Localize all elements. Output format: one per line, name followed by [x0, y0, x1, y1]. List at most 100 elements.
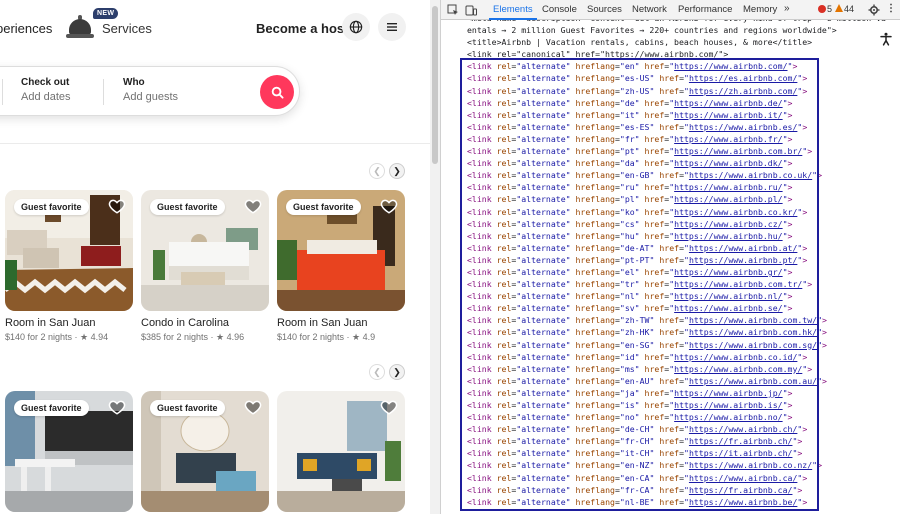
hreflang-url-link[interactable]: https://www.airbnb.ru/ [674, 182, 782, 192]
listing-card[interactable]: Guest favorite Room in San Juan $140 for… [5, 190, 133, 343]
who-field[interactable]: Add guests [123, 91, 178, 103]
hreflang-url-link[interactable]: https://www.airbnb.co.kr/ [674, 207, 797, 217]
listing-photo[interactable]: Guest favorite [141, 391, 269, 512]
page-scrollbar[interactable] [430, 0, 440, 514]
carousel-next-button-2[interactable]: ❯ [389, 364, 405, 380]
carousel-prev-button[interactable]: ❮ [369, 163, 385, 179]
device-toolbar-icon[interactable] [465, 4, 477, 16]
hreflang-url-link[interactable]: https://www.airbnb.it/ [674, 110, 782, 120]
alternate-link-line[interactable]: <link rel="alternate" hreflang="ko" href… [467, 206, 887, 218]
hreflang-url-link[interactable]: https://www.airbnb.es/ [689, 122, 797, 132]
alternate-link-line[interactable]: <link rel="alternate" hreflang="da" href… [467, 157, 887, 169]
alternate-link-line[interactable]: <link rel="alternate" hreflang="en-GB" h… [467, 169, 887, 181]
hreflang-url-link[interactable]: https://it.airbnb.ch/ [689, 448, 793, 458]
alternate-link-line[interactable]: <link rel="alternate" hreflang="de-CH" h… [467, 423, 887, 435]
listing-photo[interactable]: Guest favorite [277, 190, 405, 311]
alternate-link-line[interactable]: <link rel="alternate" hreflang="es-ES" h… [467, 121, 887, 133]
hreflang-url-link[interactable]: https://www.airbnb.com.tr/ [674, 279, 802, 289]
listing-card[interactable]: Guest favorite [5, 391, 133, 512]
hreflang-url-link[interactable]: https://www.airbnb.co.id/ [674, 352, 797, 362]
alternate-link-line[interactable]: <link rel="alternate" hreflang="nl-BE" h… [467, 496, 887, 508]
alternate-link-line[interactable]: <link rel="alternate" hreflang="ms" href… [467, 363, 887, 375]
listing-card[interactable]: Guest favorite Room in San Juan $140 for… [277, 190, 405, 343]
hreflang-url-link[interactable]: https://www.airbnb.jp/ [674, 388, 782, 398]
alternate-link-line[interactable]: <link rel="alternate" hreflang="pt-PT" h… [467, 254, 887, 266]
listing-card[interactable] [277, 391, 405, 512]
hreflang-url-link[interactable]: https://www.airbnb.com/ [674, 61, 787, 71]
tab-memory[interactable]: Memory [743, 4, 777, 15]
alternate-link-line[interactable]: <link rel="alternate" hreflang="fr" href… [467, 133, 887, 145]
alternate-link-line[interactable]: <link rel="alternate" hreflang="pt" href… [467, 145, 887, 157]
hreflang-url-link[interactable]: https://www.airbnb.com.sg/ [689, 340, 817, 350]
alternate-link-line[interactable]: <link rel="alternate" hreflang="es-US" h… [467, 72, 887, 84]
alternate-link-line[interactable]: <link rel="alternate" hreflang="pl" href… [467, 193, 887, 205]
hreflang-url-link[interactable]: https://www.airbnb.be/ [689, 497, 797, 507]
dom-node-line[interactable]: <title>Airbnb | Vacation rentals, cabins… [467, 36, 887, 48]
alternate-link-line[interactable]: <link rel="alternate" hreflang="is" href… [467, 399, 887, 411]
alternate-link-line[interactable]: <link rel="alternate" hreflang="sv" href… [467, 302, 887, 314]
hreflang-url-link[interactable]: https://fr.airbnb.ch/ [689, 436, 793, 446]
hreflang-url-link[interactable]: https://www.airbnb.dk/ [674, 158, 782, 168]
hreflang-url-link[interactable]: https://www.airbnb.cz/ [674, 219, 782, 229]
hreflang-url-link[interactable]: https://www.airbnb.at/ [689, 243, 797, 253]
listing-photo[interactable]: Guest favorite [141, 190, 269, 311]
hreflang-url-link[interactable]: https://www.airbnb.pt/ [689, 255, 797, 265]
dom-node-line[interactable]: <link rel="canonical" href="https://www.… [467, 48, 887, 60]
page-scrollbar-thumb[interactable] [432, 6, 438, 164]
hreflang-url-link[interactable]: https://www.airbnb.hu/ [674, 231, 782, 241]
hreflang-url-link[interactable]: https://www.airbnb.co.nz/ [689, 460, 812, 470]
hreflang-url-link[interactable]: https://www.airbnb.com.hk/ [689, 327, 817, 337]
alternate-link-line[interactable]: <link rel="alternate" hreflang="de" href… [467, 97, 887, 109]
dom-node-line[interactable]: entals → 2 million Guest Favorites → 220… [467, 24, 887, 36]
alternate-link-line[interactable]: <link rel="alternate" hreflang="el" href… [467, 266, 887, 278]
alternate-link-line[interactable]: <link rel="alternate" hreflang="cs" href… [467, 218, 887, 230]
heart-icon[interactable] [380, 197, 398, 215]
search-button[interactable] [260, 75, 294, 109]
language-button[interactable] [342, 13, 370, 41]
tab-performance[interactable]: Performance [678, 4, 732, 15]
hreflang-url-link[interactable]: https://www.airbnb.gr/ [674, 267, 782, 277]
alternate-link-line[interactable]: <link rel="alternate" hreflang="hu" href… [467, 230, 887, 242]
hreflang-url-link[interactable]: https://www.airbnb.nl/ [674, 291, 782, 301]
alternate-link-line[interactable]: <link rel="alternate" hreflang="zh-HK" h… [467, 326, 887, 338]
hreflang-url-link[interactable]: https://www.airbnb.co.uk/ [689, 170, 812, 180]
heart-icon[interactable] [108, 197, 126, 215]
heart-icon[interactable] [244, 398, 262, 416]
alternate-link-line[interactable]: <link rel="alternate" hreflang="no" href… [467, 411, 887, 423]
alternate-link-line[interactable]: <link rel="alternate" hreflang="fr-CH" h… [467, 435, 887, 447]
alternate-link-line[interactable]: <link rel="alternate" hreflang="zh-TW" h… [467, 314, 887, 326]
hreflang-url-link[interactable]: https://www.airbnb.com.br/ [674, 146, 802, 156]
hreflang-url-link[interactable]: https://www.airbnb.no/ [674, 412, 782, 422]
alternate-link-line[interactable]: <link rel="alternate" hreflang="en-SG" h… [467, 339, 887, 351]
alternate-link-line[interactable]: <link rel="alternate" hreflang="it-CH" h… [467, 447, 887, 459]
hreflang-url-link[interactable]: https://es.airbnb.com/ [689, 73, 797, 83]
hreflang-url-link[interactable]: https://www.airbnb.is/ [674, 400, 782, 410]
kebab-menu-icon[interactable]: ⋮ [886, 3, 896, 14]
checkout-field[interactable]: Add dates [21, 91, 71, 103]
hreflang-url-link[interactable]: https://fr.airbnb.ca/ [689, 485, 793, 495]
menu-button[interactable] [378, 13, 406, 41]
alternate-link-line[interactable]: <link rel="alternate" hreflang="en" href… [467, 60, 887, 72]
hreflang-url-link[interactable]: https://zh.airbnb.com/ [689, 86, 797, 96]
hreflang-url-link[interactable]: https://www.airbnb.pl/ [674, 194, 782, 204]
hreflang-url-link[interactable]: https://www.airbnb.ch/ [689, 424, 797, 434]
hreflang-url-link[interactable]: https://www.airbnb.com.tw/ [689, 315, 817, 325]
alternate-link-line[interactable]: <link rel="alternate" hreflang="de-AT" h… [467, 242, 887, 254]
settings-gear-icon[interactable] [868, 4, 880, 16]
heart-icon[interactable] [380, 398, 398, 416]
listing-card[interactable]: Guest favorite [141, 391, 269, 512]
alternate-link-line[interactable]: <link rel="alternate" hreflang="ru" href… [467, 181, 887, 193]
hreflang-url-link[interactable]: https://www.airbnb.fr/ [674, 134, 782, 144]
alternate-link-line[interactable]: <link rel="alternate" hreflang="ja" href… [467, 387, 887, 399]
elements-tree[interactable]: <meta name="description" content="Get an… [467, 12, 887, 508]
alternate-link-line[interactable]: <link rel="alternate" hreflang="it" href… [467, 109, 887, 121]
hreflang-url-link[interactable]: https://www.airbnb.se/ [674, 303, 782, 313]
listing-photo[interactable]: Guest favorite [5, 190, 133, 311]
accessibility-button[interactable] [877, 30, 895, 48]
alternate-link-line[interactable]: <link rel="alternate" hreflang="fr-CA" h… [467, 484, 887, 496]
hreflang-url-link[interactable]: https://www.airbnb.ca/ [689, 473, 797, 483]
alternate-link-line[interactable]: <link rel="alternate" hreflang="tr" href… [467, 278, 887, 290]
nav-experiences[interactable]: periences [0, 21, 52, 36]
tab-sources[interactable]: Sources [587, 4, 622, 15]
heart-icon[interactable] [108, 398, 126, 416]
